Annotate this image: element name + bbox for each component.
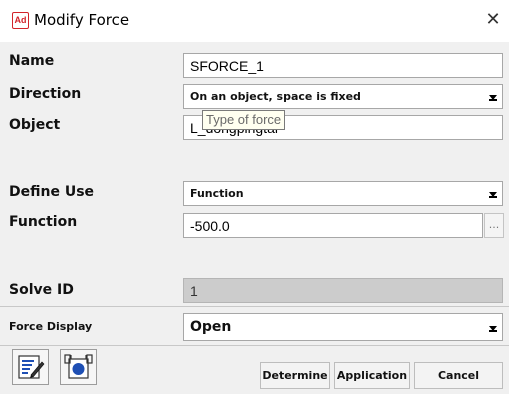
edit-list-icon (18, 355, 45, 379)
close-icon[interactable]: ✕ (482, 9, 504, 31)
chevron-down-icon[interactable] (484, 314, 502, 340)
name-label: Name (9, 53, 55, 69)
solve-id-label: Solve ID (9, 282, 74, 298)
direction-value: On an object, space is fixed (190, 90, 361, 103)
property-button[interactable] (60, 349, 97, 385)
define-use-value: Function (190, 187, 244, 200)
app-logo-icon: Ad (12, 12, 29, 29)
object-label: Object (9, 117, 61, 133)
direction-label: Direction (9, 86, 82, 102)
chevron-down-icon[interactable] (484, 85, 502, 108)
solve-id-field: 1 (183, 278, 503, 303)
determine-button[interactable]: Determine (260, 362, 330, 389)
define-use-label: Define Use (9, 184, 95, 200)
object-tooltip: Type of force (202, 110, 286, 130)
force-display-label: Force Display (9, 320, 93, 333)
edit-list-button[interactable] (12, 349, 49, 385)
property-icon (64, 354, 93, 379)
force-display-dropdown[interactable]: Open (183, 313, 503, 341)
direction-dropdown[interactable]: On an object, space is fixed (183, 84, 503, 109)
force-display-value: Open (190, 319, 232, 335)
divider (0, 306, 509, 307)
window-title: Modify Force (34, 11, 130, 29)
divider (0, 345, 509, 346)
function-label: Function (9, 214, 78, 230)
function-browse-button[interactable]: ... (484, 213, 504, 238)
name-field[interactable]: SFORCE_1 (183, 53, 503, 78)
application-button[interactable]: Application (334, 362, 410, 389)
cancel-button[interactable]: Cancel (414, 362, 503, 389)
define-use-dropdown[interactable]: Function (183, 181, 503, 206)
chevron-down-icon[interactable] (484, 182, 502, 205)
function-field[interactable]: -500.0 (183, 213, 483, 238)
title-bar: Ad Modify Force ✕ (0, 0, 509, 42)
